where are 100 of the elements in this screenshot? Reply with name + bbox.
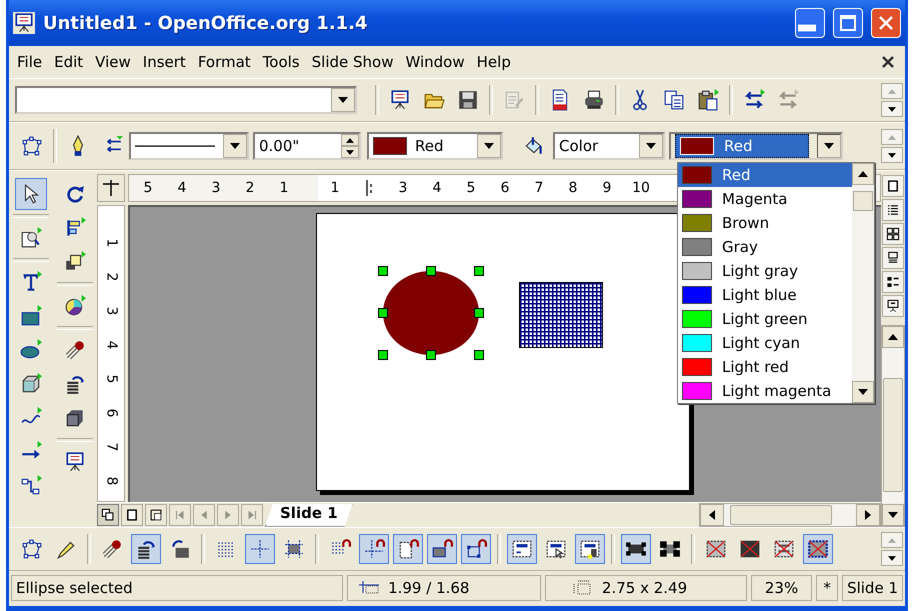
menu-item[interactable]: Window xyxy=(399,53,471,71)
scroll-up-button[interactable] xyxy=(882,326,904,348)
caret-icon xyxy=(709,510,715,520)
ruler-label: 8 xyxy=(103,476,119,486)
color-option[interactable]: Light green xyxy=(678,307,852,331)
close-icon[interactable] xyxy=(881,55,895,69)
crossed-outline-button[interactable] xyxy=(803,534,833,564)
menu-item[interactable]: File xyxy=(11,53,48,71)
snap-page-button[interactable] xyxy=(393,534,423,564)
line-width-field[interactable]: 0.00" xyxy=(253,132,361,160)
selection-handle[interactable] xyxy=(378,266,388,276)
two-frames-button[interactable] xyxy=(97,504,119,526)
text-box-button[interactable] xyxy=(507,534,537,564)
pointer-button[interactable] xyxy=(15,178,47,210)
dropdown-button[interactable] xyxy=(639,134,663,158)
ruler-label: 1 xyxy=(278,179,290,198)
single-frame-button[interactable] xyxy=(882,175,904,197)
single-frame-button[interactable] xyxy=(121,504,143,526)
selection-handle[interactable] xyxy=(426,266,436,276)
caret-icon xyxy=(230,143,240,149)
text-box-icon xyxy=(511,538,533,560)
crossed-fill-icon xyxy=(739,538,761,560)
scroll-right-button[interactable] xyxy=(856,504,880,526)
decrement-button[interactable] xyxy=(341,146,359,158)
handout-button[interactable] xyxy=(882,271,904,293)
dropdown-button[interactable] xyxy=(477,134,501,158)
scroll-thumb[interactable] xyxy=(883,378,903,492)
vertical-scrollbar[interactable] xyxy=(881,325,905,527)
color-option[interactable]: Light gray xyxy=(678,259,852,283)
line-color-dropdown[interactable]: Red xyxy=(367,132,503,160)
snap-points-button[interactable] xyxy=(461,534,491,564)
notes-page-button[interactable] xyxy=(882,247,904,269)
selection-handle[interactable] xyxy=(474,350,484,360)
color-option[interactable]: Light blue xyxy=(678,283,852,307)
caret-icon xyxy=(338,97,348,103)
edit-points-icon xyxy=(21,135,43,157)
color-option[interactable]: Light red xyxy=(678,355,852,379)
zoom-field[interactable]: 23% xyxy=(750,575,812,601)
selection-handle[interactable] xyxy=(378,350,388,360)
selection-handle[interactable] xyxy=(378,308,388,318)
line-style-dropdown[interactable] xyxy=(129,132,249,160)
color-option[interactable]: Magenta xyxy=(678,187,852,211)
menu-item[interactable]: Tools xyxy=(256,53,306,71)
menu-item[interactable]: Help xyxy=(470,53,517,71)
menu-item[interactable]: Slide Show xyxy=(306,53,400,71)
menu-item[interactable]: Edit xyxy=(48,53,90,71)
handles-small-button[interactable] xyxy=(621,534,651,564)
selection-handle[interactable] xyxy=(474,266,484,276)
slide-tab[interactable]: Slide 1 xyxy=(265,504,353,526)
ruler-label: 3 xyxy=(210,179,222,198)
grid-rectangle[interactable] xyxy=(519,282,603,348)
scroll-thumb[interactable] xyxy=(730,505,832,525)
fill-color-dropdown[interactable]: Red xyxy=(669,132,843,160)
menu-item[interactable]: Insert xyxy=(136,53,192,71)
scroll-thumb[interactable] xyxy=(853,191,873,211)
increment-button[interactable] xyxy=(341,134,359,146)
dropdown-button[interactable] xyxy=(817,134,841,158)
maximize-button[interactable] xyxy=(833,8,863,38)
snap-lines-button[interactable] xyxy=(359,534,389,564)
caret-icon xyxy=(646,143,656,149)
helplines-button[interactable] xyxy=(245,534,275,564)
stack-arrow-button[interactable] xyxy=(131,534,161,564)
ruler-label: 3 xyxy=(103,306,119,316)
ruler-label: 5 xyxy=(142,179,154,198)
scroll-down-button[interactable] xyxy=(881,101,903,117)
printer-icon xyxy=(583,89,605,111)
minimize-button[interactable] xyxy=(795,8,825,38)
selection-handle[interactable] xyxy=(426,350,436,360)
scroll-left-button[interactable] xyxy=(700,504,724,526)
scroll-up-button[interactable] xyxy=(852,163,874,185)
close-button[interactable] xyxy=(871,8,901,38)
caret-icon xyxy=(865,510,871,520)
helplines-frame-icon xyxy=(283,538,305,560)
indent-marker[interactable] xyxy=(366,178,372,198)
scroll-down-button[interactable] xyxy=(852,381,874,403)
four-squares-button[interactable] xyxy=(882,223,904,245)
horizontal-scrollbar[interactable] xyxy=(699,503,881,527)
color-option[interactable]: Brown xyxy=(678,211,852,235)
easel-icon xyxy=(389,89,411,111)
scroll-down-button[interactable] xyxy=(882,504,904,526)
menu-item[interactable]: View xyxy=(89,53,137,71)
color-option[interactable]: Light cyan xyxy=(678,331,852,355)
ruler-origin[interactable] xyxy=(97,174,125,202)
menu-item[interactable]: Format xyxy=(192,53,257,71)
projector-button[interactable] xyxy=(882,295,904,317)
zoom-page-icon xyxy=(20,227,42,249)
color-option[interactable]: Light magenta xyxy=(678,379,852,403)
dropdown-button[interactable] xyxy=(331,88,355,112)
area-style-dropdown[interactable]: Color xyxy=(553,132,665,160)
scroll-down-button[interactable] xyxy=(881,147,903,163)
layered-frame-button[interactable] xyxy=(145,504,167,526)
scroll-down-button[interactable] xyxy=(881,550,903,566)
url-field[interactable] xyxy=(15,86,357,114)
snap-frame-button[interactable] xyxy=(427,534,457,564)
selection-handle[interactable] xyxy=(474,308,484,318)
color-option[interactable]: Gray xyxy=(678,235,852,259)
list-lines-button[interactable] xyxy=(882,199,904,221)
color-option[interactable]: Red xyxy=(678,163,852,187)
text-hand-button[interactable] xyxy=(575,534,605,564)
dropdown-button[interactable] xyxy=(223,134,247,158)
